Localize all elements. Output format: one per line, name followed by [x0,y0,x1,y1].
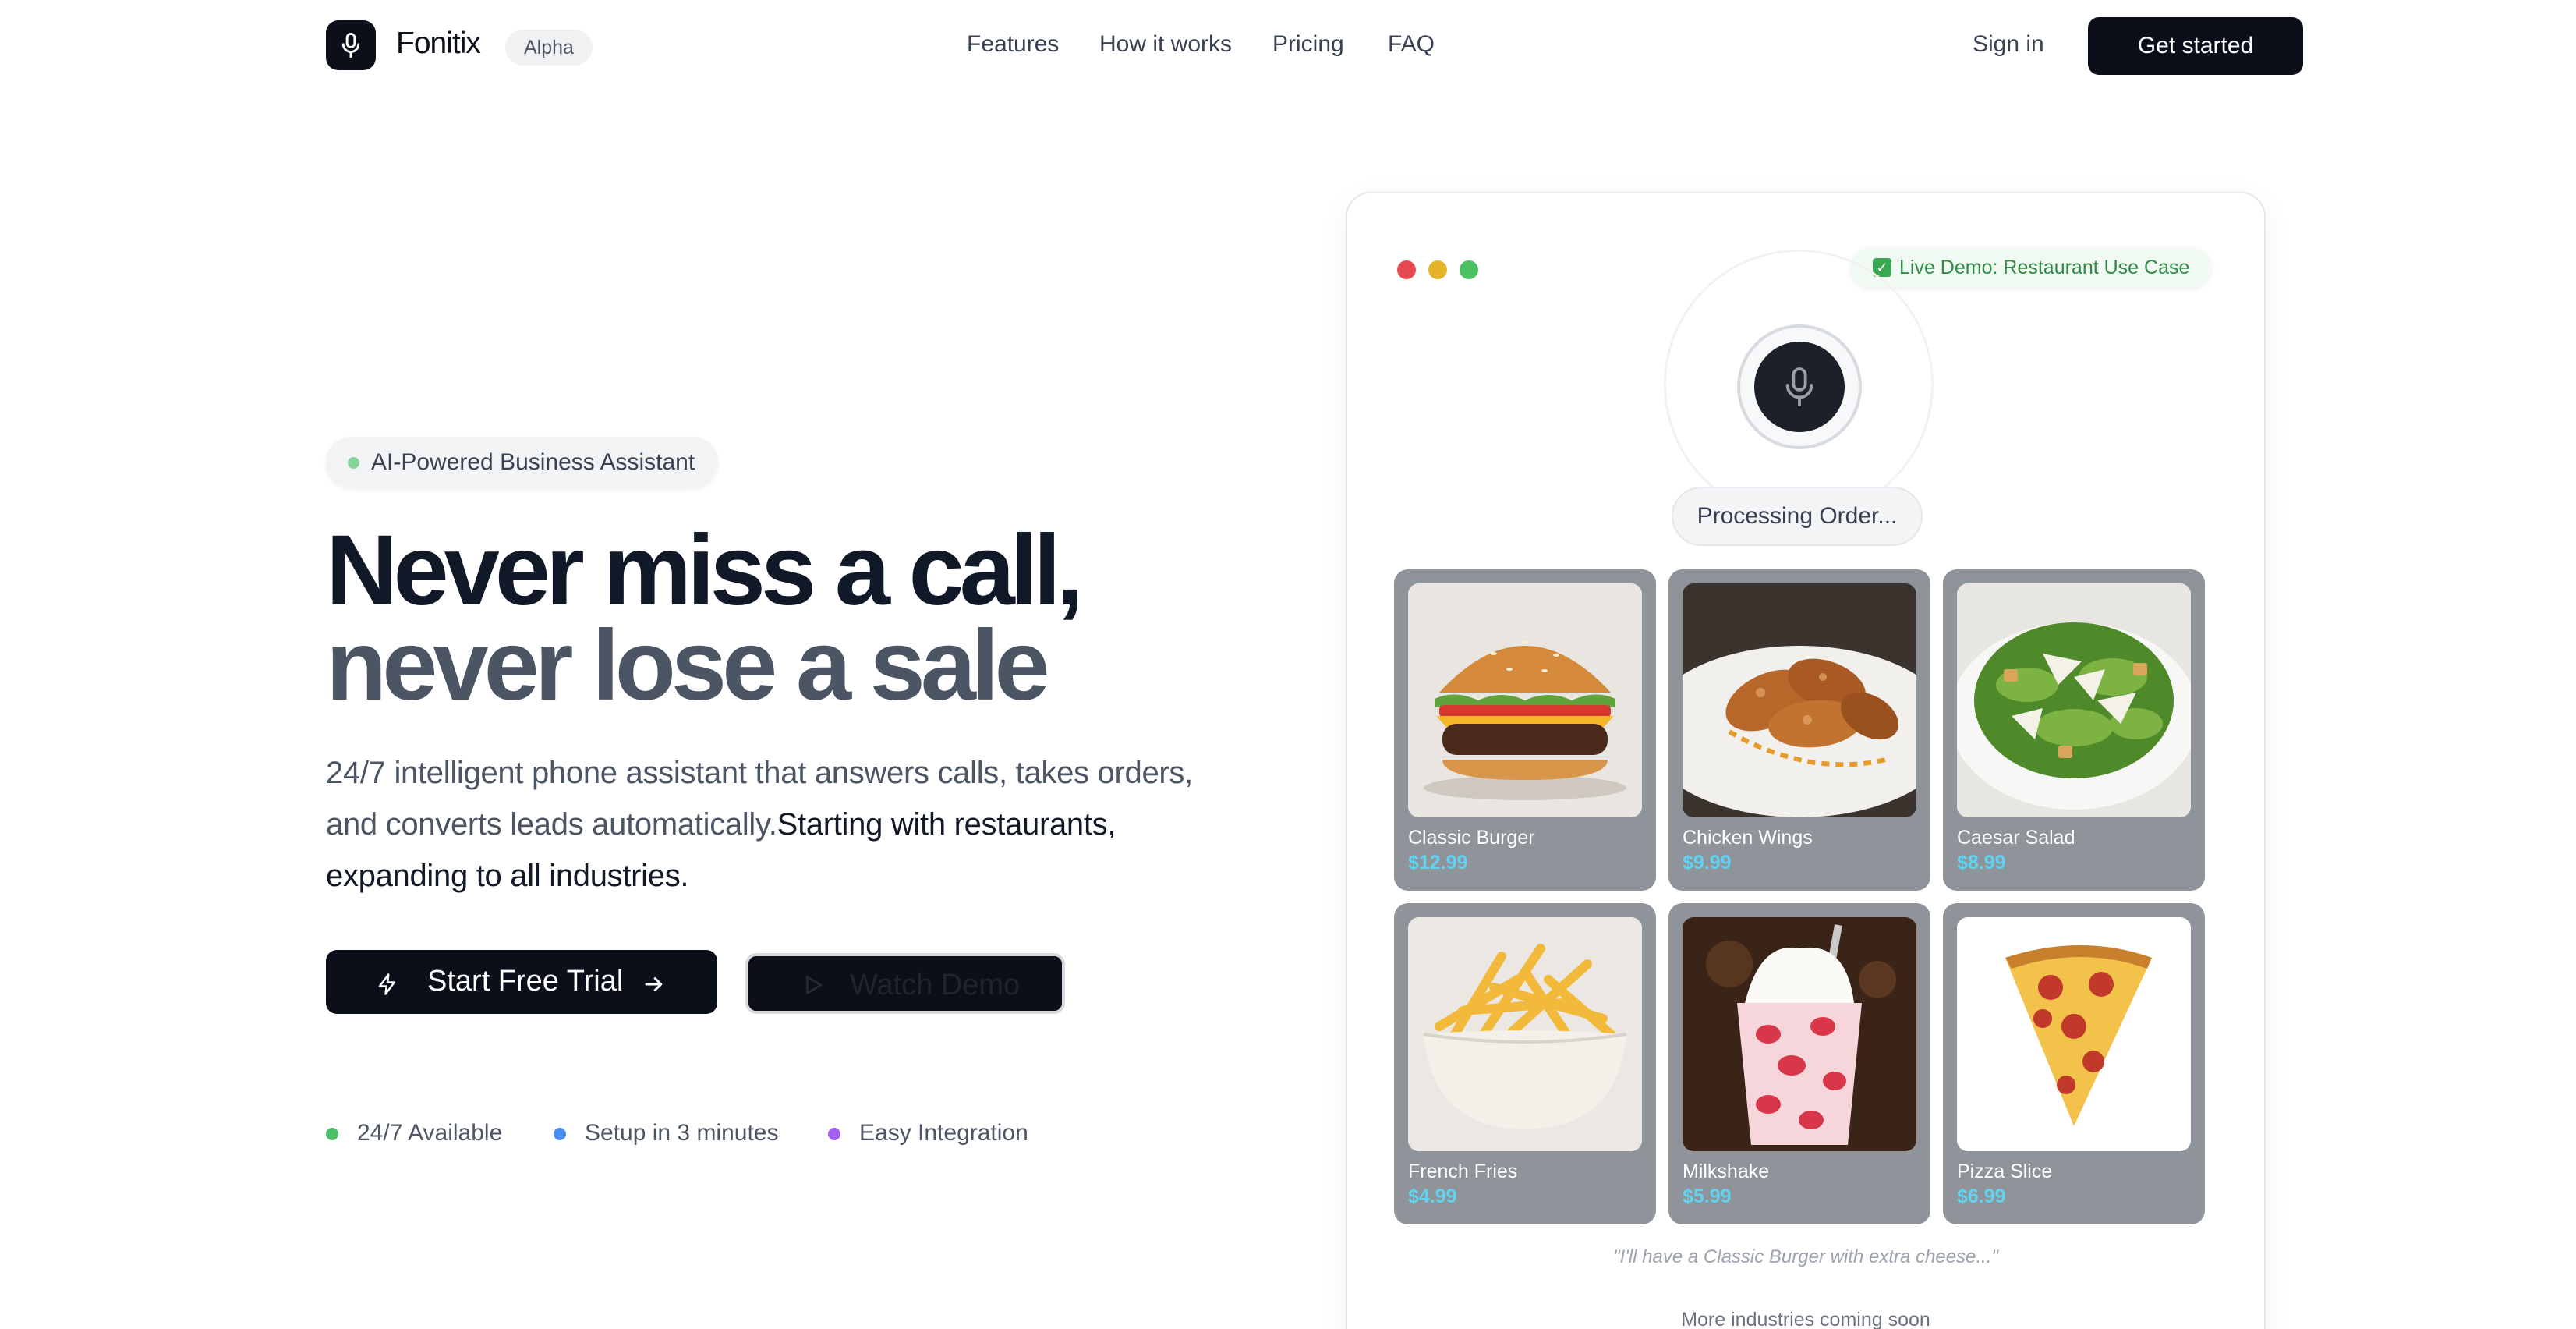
window-close-dot [1397,260,1416,279]
menu-item-chicken-wings[interactable]: Chicken Wings $9.99 [1668,569,1930,891]
menu-item-price: $6.99 [1957,1185,2006,1207]
menu-item-price: $5.99 [1683,1185,1732,1207]
menu-item-price: $4.99 [1408,1185,1457,1207]
live-demo-label: Live Demo: Restaurant Use Case [1899,256,2190,278]
watch-demo-button[interactable]: Watch Demo [745,953,1065,1014]
menu-item-price: $12.99 [1408,852,1468,874]
mic-icon [1754,342,1845,432]
processing-status: Processing Order... [1672,487,1923,546]
start-free-trial-label: Start Free Trial [427,965,624,998]
green-dot-icon [326,1128,338,1140]
nav-link-how-it-works[interactable]: How it works [1099,31,1232,58]
logo-mic-icon[interactable] [326,20,376,70]
watch-demo-label: Watch Demo [850,969,1021,1001]
live-demo-badge: ✓ Live Demo: Restaurant Use Case [1851,248,2212,287]
ai-badge: AI-Powered Business Assistant [326,437,719,488]
top-nav: Fonitix Alpha Features How it works Pric… [0,0,2576,92]
alpha-badge: Alpha [505,30,593,66]
play-icon [800,972,825,1005]
feature-setup-label: Setup in 3 minutes [585,1120,779,1146]
hero-title-line-2: never lose a sale [326,610,1050,721]
arrow-right-icon [642,970,666,1004]
lightning-icon [376,970,399,1004]
sign-in-link[interactable]: Sign in [1973,31,2044,58]
menu-item-price: $9.99 [1683,852,1732,874]
menu-item-french-fries[interactable]: French Fries $4.99 [1394,903,1656,1224]
get-started-button[interactable]: Get started [2088,17,2303,75]
nav-link-features[interactable]: Features [967,31,1059,58]
menu-item-name: French Fries [1408,1161,1518,1182]
feature-available-label: 24/7 Available [357,1120,503,1146]
blue-dot-icon [554,1128,566,1140]
ai-badge-label: AI-Powered Business Assistant [371,449,695,475]
hero-description: 24/7 intelligent phone assistant that an… [326,747,1230,902]
feature-setup: Setup in 3 minutes [554,1120,778,1146]
chicken-wings-icon [1683,583,1916,817]
burger-icon [1408,583,1642,817]
customer-quote: "I'll have a Classic Burger with extra c… [1613,1246,1998,1267]
menu-item-pizza-slice[interactable]: Pizza Slice $6.99 [1943,903,2205,1224]
start-free-trial-button[interactable]: Start Free Trial [326,950,717,1014]
more-industries-note: More industries coming soon [1681,1309,1930,1329]
pizza-icon [1957,917,2191,1151]
hero-title-line-1: Never miss a call, [326,515,1084,626]
feature-available: 24/7 Available [326,1120,502,1146]
menu-item-classic-burger[interactable]: Classic Burger $12.99 [1394,569,1656,891]
menu-item-name: Classic Burger [1408,827,1535,849]
feature-integration: Easy Integration [828,1120,1028,1146]
menu-item-name: Chicken Wings [1683,827,1813,849]
menu-item-caesar-salad[interactable]: Caesar Salad $8.99 [1943,569,2205,891]
salad-icon [1957,583,2191,817]
feature-integration-label: Easy Integration [859,1120,1028,1146]
menu-item-name: Pizza Slice [1957,1161,2053,1182]
brand-name[interactable]: Fonitix [396,27,481,61]
window-maximize-dot [1460,260,1478,279]
menu-item-name: Caesar Salad [1957,827,2075,849]
milkshake-icon [1683,917,1916,1151]
menu-item-price: $8.99 [1957,852,2006,874]
nav-link-faq[interactable]: FAQ [1388,31,1435,58]
menu-item-name: Milkshake [1683,1161,1770,1182]
nav-link-pricing[interactable]: Pricing [1272,31,1344,58]
window-minimize-dot [1428,260,1447,279]
purple-dot-icon [828,1128,840,1140]
menu-item-milkshake[interactable]: Milkshake $5.99 [1668,903,1930,1224]
mic-button[interactable] [1737,324,1862,449]
status-dot [348,457,359,469]
fries-icon [1408,917,1642,1151]
